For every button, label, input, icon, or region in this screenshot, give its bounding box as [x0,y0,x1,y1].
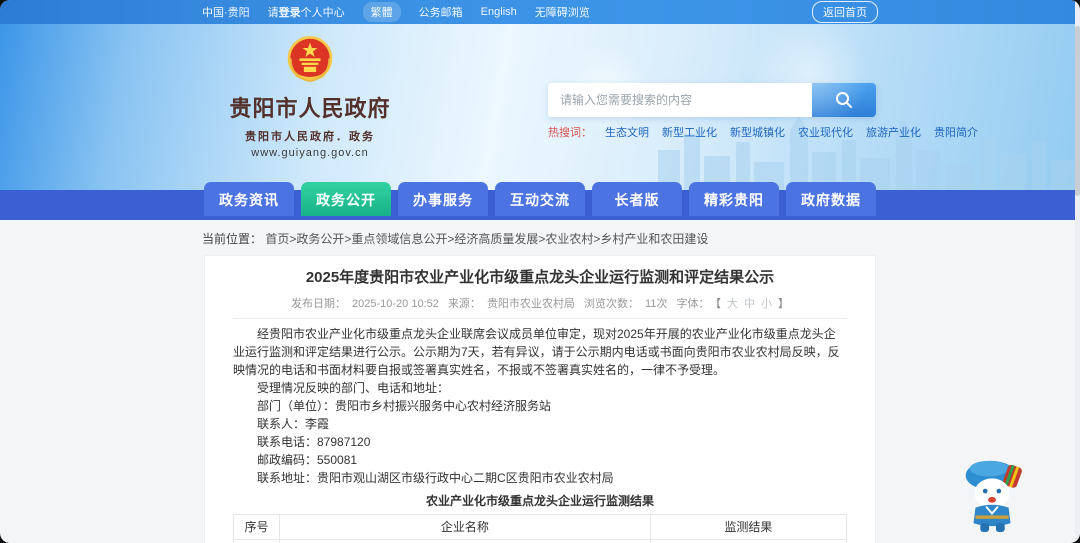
header-cell-result: 监测结果 [649,514,848,540]
nav-tab-jingcai-guiyang[interactable]: 精彩贵阳 [689,182,779,216]
hot-link-1[interactable]: 新型工业化 [662,124,717,140]
breadcrumb: 当前位置： 首页>政务公开>重点领域信息公开>经济高质量发展>农业农村>乡村产业… [202,220,878,255]
cell-result: 合格 [649,539,848,543]
table-header-row: 序号 企业名称 监测结果 [233,514,848,540]
cell-index: 1 [233,539,280,543]
nav-tab-zhengwu-gongkai[interactable]: 政务公开 [301,182,391,216]
national-emblem-icon [287,36,333,82]
bracket-open: 【 [715,298,721,310]
hot-link-2[interactable]: 新型城镇化 [730,124,785,140]
search-input[interactable] [548,83,812,117]
browser-page: 中国·贵阳 请登录个人中心 繁體 公务邮箱 English 无障碍浏览 返回首页 [0,0,1080,543]
nav-tab-hudong-jiaoliu[interactable]: 互动交流 [495,182,585,216]
paragraph-department: 部门（单位）：贵阳市乡村振兴服务中心农村经济服务站 [257,399,552,413]
link-english[interactable]: English [481,6,517,18]
header-cell-index: 序号 [233,514,280,540]
article-title: 2025年度贵阳市农业产业化市级重点龙头企业运行监测和评定结果公示 [305,269,775,286]
publish-date: 2025-10-20 10:52 [352,298,439,310]
hot-search-row: 热搜词： 生态文明 新型工业化 新型城镇化 农业现代化 旅游产业化 贵阳简介 [548,124,978,140]
site-logo[interactable]: 贵阳市人民政府 贵阳市人民政府．政务 www.guiyang.gov.cn [228,32,392,159]
link-accessibility[interactable]: 无障碍浏览 [535,4,590,20]
link-official-mail[interactable]: 公务邮箱 [419,4,463,20]
scrollbar-thumb[interactable] [1075,26,1080,196]
nav-tab-zhangzheban[interactable]: 长者版 [592,182,682,216]
hot-search-label: 热搜词： [548,127,592,139]
font-size-medium-button[interactable]: 中 [744,298,755,310]
font-size-small-button[interactable]: 小 [761,298,772,310]
link-login-personal-center[interactable]: 请登录个人中心 [268,4,345,20]
font-size-large-button[interactable]: 大 [727,298,738,310]
font-size-label: 字体： [676,298,710,310]
link-traditional-chinese[interactable]: 繁體 [362,2,401,22]
hot-link-5[interactable]: 贵阳简介 [934,124,978,140]
site-title: 贵阳市人民政府 [229,96,391,121]
bracket-close: 】 [777,298,789,310]
source-value: 贵阳市农业农村局 [486,298,575,310]
top-utility-bar: 中国·贵阳 请登录个人中心 繁體 公务邮箱 English 无障碍浏览 返回首页 [0,0,1080,24]
table-row: 1 贵州合力超市采购有限公司 合格 [233,539,848,543]
cell-company: 贵州合力超市采购有限公司 [278,539,651,543]
search-button[interactable] [812,83,876,117]
nav-tab-zhengfu-shuju[interactable]: 政府数据 [786,182,876,216]
paragraph-announcement: 经贵阳市农业产业化市级重点龙头企业联席会议成员单位审定，现对2025年开展的农业… [233,327,840,377]
paragraph-postcode: 邮政编码：550081 [257,453,358,467]
nav-tab-banshi-fuwu[interactable]: 办事服务 [398,182,488,216]
views-value: 11次 [645,298,668,310]
breadcrumb-label: 当前位置： [202,232,263,246]
search-area: 热搜词： 生态文明 新型工业化 新型城镇化 农业现代化 旅游产业化 贵阳简介 [548,83,978,140]
mascot-character-icon [963,460,1022,532]
mascot-widget[interactable] [954,452,1032,539]
publish-date-label: 发布日期： [291,298,347,310]
article-card: 2025年度贵阳市农业产业化市级重点龙头企业运行监测和评定结果公示 发布日期： 2… [204,255,876,543]
nav-tab-zhengwu-zixun[interactable]: 政务资讯 [204,182,294,216]
main-navigation: 政务资讯 政务公开 办事服务 互动交流 长者版 精彩贵阳 政府数据 [0,182,1080,220]
login-bold: 登录 [278,7,301,19]
source-label: 来源： [447,298,481,310]
monitor-results-table: 序号 企业名称 监测结果 1 贵州合力超市采购有限公司 合格 2 贵州友禾种业有… [233,514,848,543]
breadcrumb-path[interactable]: 首页>政务公开>重点领域信息公开>经济高质量发展>农业农村>乡村产业和农田建设 [265,232,708,246]
return-home-button[interactable]: 返回首页 [812,1,878,23]
hot-link-4[interactable]: 旅游产业化 [866,124,921,140]
hot-link-0[interactable]: 生态文明 [605,124,649,140]
link-china-guiyang[interactable]: 中国·贵阳 [202,4,250,20]
article-body: 经贵阳市农业产业化市级重点龙头企业联席会议成员单位审定，现对2025年开展的农业… [233,325,847,487]
paragraph-address: 联系地址：贵阳市观山湖区市级行政中心二期C区贵阳市农业农村局 [257,471,614,485]
site-banner: 贵阳市人民政府 贵阳市人民政府．政务 www.guiyang.gov.cn 热搜… [0,24,1080,190]
login-suffix: 个人中心 [300,7,345,19]
paragraph-phone: 联系电话：87987120 [257,435,371,449]
paragraph-contact-person: 联系人：李霞 [257,417,330,431]
site-url: www.guiyang.gov.cn [251,147,369,159]
paragraph-contact-intro: 受理情况反映的部门、电话和地址： [257,381,450,395]
search-icon [836,92,852,108]
header-cell-company: 企业名称 [278,514,651,540]
hot-link-3[interactable]: 农业现代化 [798,124,853,140]
table-caption: 农业产业化市级重点龙头企业运行监测结果 [425,494,654,508]
views-label: 浏览次数： [584,298,639,310]
article-meta: 发布日期： 2025-10-20 10:52 来源： 贵阳市农业农村局 浏览次数： 1… [233,295,847,319]
scrollbar-track[interactable] [1075,0,1080,543]
login-prefix: 请 [267,7,279,19]
site-subtitle: 贵阳市人民政府．政务 [245,131,375,143]
